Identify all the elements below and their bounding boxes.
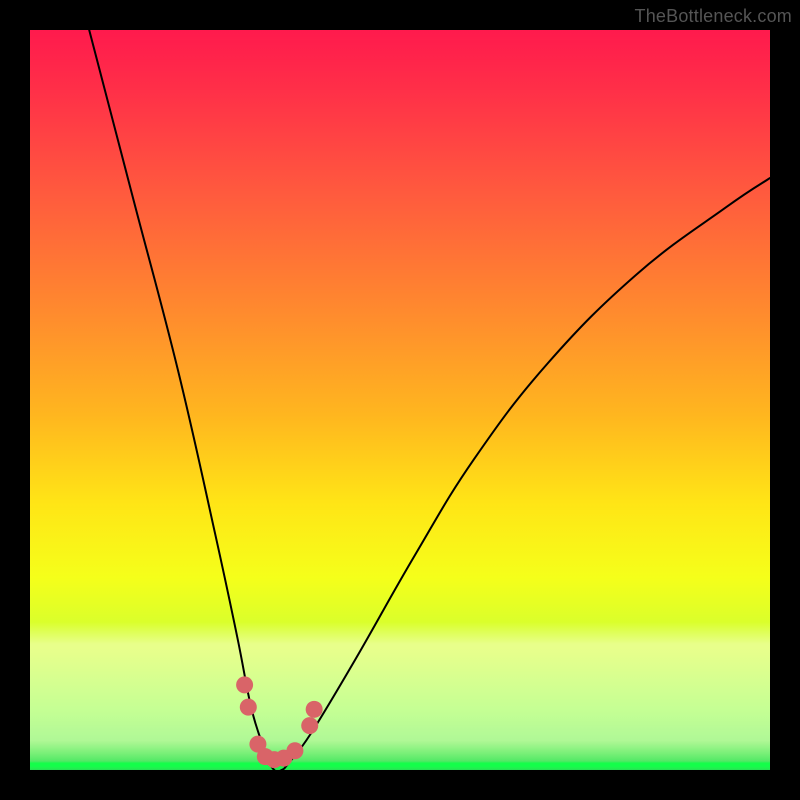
marker-dot — [240, 699, 257, 716]
attribution-label: TheBottleneck.com — [635, 6, 792, 27]
curve-layer — [30, 30, 770, 770]
curve-markers — [236, 676, 323, 768]
marker-dot — [286, 742, 303, 759]
marker-dot — [306, 701, 323, 718]
marker-dot — [301, 717, 318, 734]
chart-frame: TheBottleneck.com — [0, 0, 800, 800]
bottleneck-curve — [89, 30, 770, 770]
plot-area — [30, 30, 770, 770]
marker-dot — [236, 676, 253, 693]
